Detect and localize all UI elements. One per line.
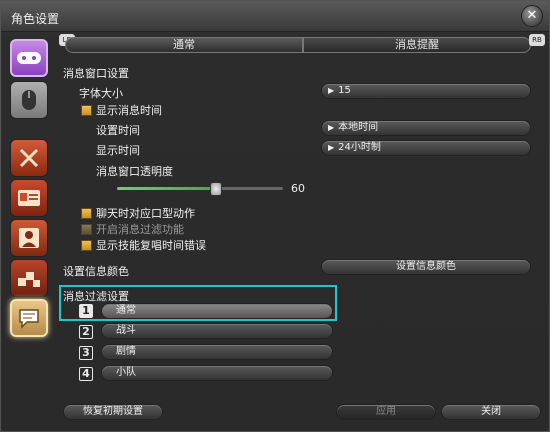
display-time-label: 显示时间 — [96, 144, 140, 157]
info-color-label: 设置信息颜色 — [63, 265, 129, 278]
show-time-label: 显示消息时间 — [96, 104, 162, 117]
filter-number-3-icon: 3 — [79, 346, 93, 360]
cast-error-label: 显示技能复唱时间错误 — [96, 239, 206, 252]
character-settings-window: 角色设置 ✕ LB 通常 消息提醒 RB 消息窗口设置 字体大小 ▶15 — [0, 0, 550, 432]
font-size-dropdown[interactable]: ▶ 15 — [321, 83, 531, 99]
filter-enable-label: 开启消息过滤功能 — [96, 223, 184, 236]
filter-number-2-icon: 2 — [79, 325, 93, 339]
info-color-button[interactable]: 设置信息颜色 — [321, 259, 531, 275]
filter-item-normal[interactable]: 通常 — [101, 303, 333, 319]
chat-emote-label: 聊天时对应口型动作 — [96, 207, 195, 220]
filter-item-story[interactable]: 剧情 — [101, 344, 333, 360]
tab-normal[interactable]: 通常 — [65, 37, 303, 53]
cast-error-checkbox[interactable] — [81, 240, 92, 251]
mouse-icon[interactable] — [10, 81, 48, 119]
filter-item-label: 剧情 — [116, 346, 136, 357]
filter-enable-checkbox[interactable] — [81, 224, 92, 235]
font-size-label: 字体大小 — [79, 87, 123, 100]
font-size-value: 15 — [338, 85, 351, 96]
dropdown-arrow-icon: ▶ — [328, 123, 335, 132]
display-time-value: 24小时制 — [338, 142, 381, 153]
show-time-checkbox[interactable] — [81, 105, 92, 116]
cross-swords-icon[interactable] — [10, 139, 48, 177]
filter-item-battle[interactable]: 战斗 — [101, 323, 333, 339]
section-heading-message-window: 消息窗口设置 — [63, 67, 129, 80]
reset-defaults-button[interactable]: 恢复初期设置 — [63, 404, 163, 420]
character-icon[interactable] — [10, 219, 48, 257]
set-time-value: 本地时间 — [338, 122, 379, 133]
card-icon[interactable] — [10, 179, 48, 217]
close-window-icon[interactable]: ✕ — [521, 5, 543, 27]
opacity-value: 60 — [291, 182, 305, 195]
filter-item-label: 战斗 — [116, 325, 136, 336]
display-time-dropdown[interactable]: ▶ 24小时制 — [321, 140, 531, 156]
sidebar — [7, 37, 51, 417]
set-time-dropdown[interactable]: ▶ 本地时间 — [321, 120, 531, 136]
cubes-icon[interactable] — [10, 259, 48, 297]
filter-item-label: 通常 — [116, 305, 136, 316]
opacity-slider-handle[interactable] — [210, 182, 222, 196]
gamepad-icon[interactable] — [10, 39, 48, 77]
rb-shoulder-hint: RB — [529, 34, 545, 46]
opacity-label: 消息窗口透明度 — [96, 165, 173, 178]
apply-button[interactable]: 应用 — [336, 404, 436, 420]
set-time-label: 设置时间 — [96, 124, 140, 137]
window-title: 角色设置 — [11, 12, 60, 26]
filter-settings-heading: 消息过滤设置 — [63, 290, 129, 303]
filter-number-1-icon: 1 — [79, 304, 93, 318]
close-button[interactable]: 关闭 — [441, 404, 541, 420]
dropdown-arrow-icon: ▶ — [328, 143, 335, 152]
title-bar: 角色设置 ✕ — [1, 1, 549, 32]
filter-item-label: 小队 — [116, 367, 136, 378]
chat-icon[interactable] — [10, 299, 48, 337]
opacity-slider-track[interactable] — [117, 187, 283, 190]
chat-emote-checkbox[interactable] — [81, 208, 92, 219]
dropdown-arrow-icon: ▶ — [328, 86, 335, 95]
filter-number-4-icon: 4 — [79, 367, 93, 381]
filter-item-party[interactable]: 小队 — [101, 365, 333, 381]
tab-notify[interactable]: 消息提醒 — [303, 37, 531, 53]
